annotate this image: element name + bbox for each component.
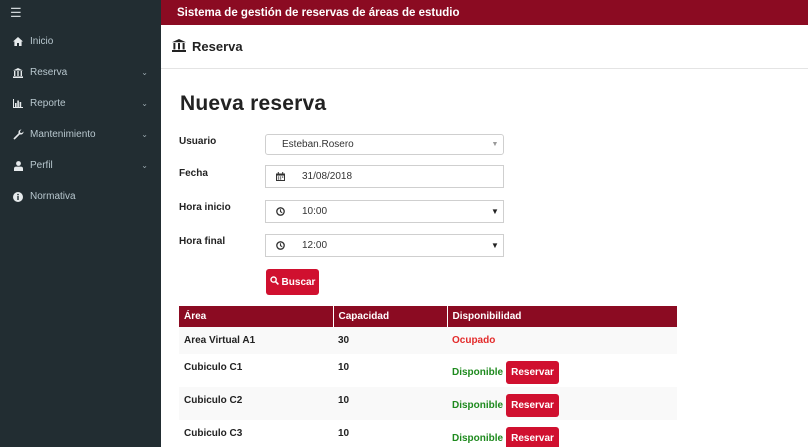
capacidad-cell: 30 — [333, 327, 447, 354]
status-disponible: Disponible — [452, 366, 504, 378]
table-row: Cubiculo C2 10 Disponible Reservar — [179, 387, 677, 420]
hora-inicio-label: Hora inicio — [179, 202, 231, 213]
status-ocupado: Ocupado — [452, 335, 496, 346]
search-icon — [269, 276, 279, 288]
column-header-disponibilidad: Disponibilidad — [447, 306, 677, 327]
user-icon — [10, 160, 26, 171]
sidebar-item-reserva[interactable]: Reserva ⌄ — [0, 57, 161, 88]
sidebar-item-label: Perfil — [30, 160, 53, 171]
bank-icon — [10, 67, 26, 78]
sidebar-item-label: Mantenimiento — [30, 129, 96, 140]
table-row: Cubiculo C3 10 Disponible Reservar — [179, 420, 677, 447]
buscar-button[interactable]: Buscar — [266, 269, 319, 295]
hora-inicio-value: 10:00 — [302, 206, 328, 217]
clock-icon — [266, 235, 294, 256]
area-cell: Area Virtual A1 — [179, 327, 333, 354]
main-content: Reserva Nueva reserva Usuario Esteban.Ro… — [161, 25, 808, 447]
hora-final-value: 12:00 — [302, 240, 328, 251]
table-header-row: Área Capacidad Disponibilidad — [179, 306, 677, 327]
page-title: Nueva reserva — [180, 92, 327, 115]
sidebar-item-label: Normativa — [30, 191, 76, 202]
chevron-down-icon: ⌄ — [141, 161, 148, 170]
chevron-down-icon: ⌄ — [141, 130, 148, 139]
disponibilidad-cell: Disponible Reservar — [447, 387, 677, 420]
caret-down-icon: ▼ — [491, 207, 499, 216]
area-cell: Cubiculo C1 — [179, 354, 333, 387]
chevron-down-icon: ⌄ — [141, 99, 148, 108]
area-cell: Cubiculo C2 — [179, 387, 333, 420]
capacidad-cell: 10 — [333, 420, 447, 447]
disponibilidad-cell: Disponible Reservar — [447, 420, 677, 447]
sidebar-item-label: Reporte — [30, 98, 66, 109]
usuario-select[interactable]: Esteban.Rosero ▼ — [265, 134, 504, 155]
column-header-area: Área — [179, 306, 334, 327]
section-title: Reserva — [192, 39, 243, 54]
area-cell: Cubiculo C3 — [179, 420, 333, 447]
disponibilidad-cell: Ocupado — [447, 327, 677, 354]
bar-chart-icon — [10, 99, 26, 108]
usuario-value: Esteban.Rosero — [282, 139, 354, 150]
bank-icon — [172, 38, 186, 55]
capacidad-cell: 10 — [333, 387, 447, 420]
page-header: Reserva — [161, 25, 808, 69]
reservar-button[interactable]: Reservar — [506, 393, 559, 417]
reservar-button[interactable]: Reservar — [506, 426, 559, 447]
sidebar-header: ☰ — [0, 0, 161, 25]
sidebar-item-reporte[interactable]: Reporte ⌄ — [0, 88, 161, 119]
home-icon — [10, 37, 26, 46]
app-header: Sistema de gestión de reservas de áreas … — [161, 0, 808, 25]
chevron-down-icon: ⌄ — [141, 68, 148, 77]
table-row: Cubiculo C1 10 Disponible Reservar — [179, 354, 677, 387]
table-row: Area Virtual A1 30 Ocupado — [179, 327, 677, 354]
sidebar-item-label: Inicio — [30, 36, 54, 47]
caret-down-icon: ▼ — [491, 241, 499, 250]
calendar-icon — [266, 166, 294, 187]
status-disponible: Disponible — [452, 399, 504, 411]
hora-final-label: Hora final — [179, 236, 226, 247]
disponibilidad-cell: Disponible Reservar — [447, 354, 677, 387]
clock-icon — [266, 201, 294, 222]
status-disponible: Disponible — [452, 432, 504, 444]
sidebar-item-mantenimiento[interactable]: Mantenimiento ⌄ — [0, 119, 161, 150]
sidebar: ☰ Inicio Reserva ⌄ Reporte ⌄ Mantenimien… — [0, 0, 161, 447]
sidebar-item-inicio[interactable]: Inicio — [0, 26, 161, 57]
usuario-label: Usuario — [179, 136, 217, 147]
hamburger-menu-icon[interactable]: ☰ — [10, 6, 22, 19]
capacidad-cell: 10 — [333, 354, 447, 387]
sidebar-item-perfil[interactable]: Perfil ⌄ — [0, 150, 161, 181]
wrench-icon — [10, 129, 26, 140]
fecha-value: 31/08/2018 — [302, 171, 353, 182]
sidebar-item-normativa[interactable]: Normativa — [0, 181, 161, 212]
fecha-field[interactable]: 31/08/2018 — [265, 165, 504, 188]
info-circle-icon — [10, 191, 26, 202]
buscar-label: Buscar — [281, 276, 316, 288]
fecha-label: Fecha — [179, 168, 208, 179]
app-title: Sistema de gestión de reservas de áreas … — [177, 6, 460, 19]
hora-final-select[interactable]: 12:00 ▼ — [265, 234, 504, 257]
column-header-capacidad: Capacidad — [333, 306, 448, 327]
reservar-button[interactable]: Reservar — [506, 360, 559, 384]
hora-inicio-select[interactable]: 10:00 ▼ — [265, 200, 504, 223]
sidebar-item-label: Reserva — [30, 67, 68, 78]
results-table: Área Capacidad Disponibilidad Area Virtu… — [179, 306, 677, 447]
caret-down-icon: ▼ — [491, 141, 499, 148]
